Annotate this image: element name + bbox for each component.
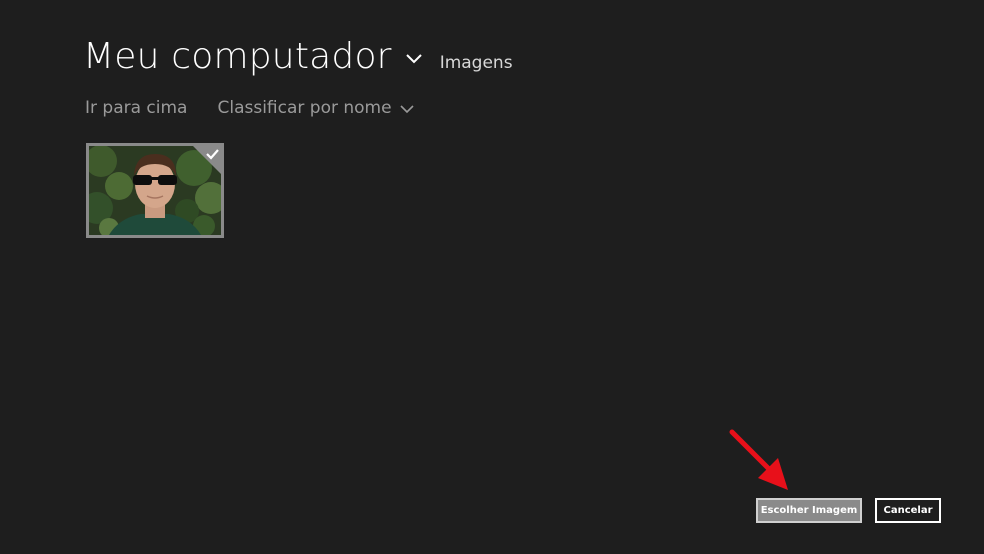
sort-label: Classificar por nome <box>217 98 392 118</box>
header: Meu computador Imagens <box>83 36 513 77</box>
chevron-down-icon <box>400 105 414 114</box>
current-folder-label[interactable]: Imagens <box>440 53 513 73</box>
chevron-down-icon[interactable] <box>402 49 426 69</box>
go-up-link[interactable]: Ir para cima <box>85 98 187 118</box>
file-picker: Meu computador Imagens Ir para cima Clas… <box>0 0 984 554</box>
checkmark-icon <box>193 146 221 174</box>
image-tile[interactable] <box>86 143 224 238</box>
cancel-button[interactable]: Cancelar <box>875 498 941 523</box>
sort-dropdown[interactable]: Classificar por nome <box>217 98 414 118</box>
toolbar: Ir para cima Classificar por nome <box>85 98 414 118</box>
choose-image-button[interactable]: Escolher Imagem <box>756 498 862 523</box>
location-title[interactable]: Meu computador <box>83 36 392 77</box>
red-arrow-icon <box>729 429 788 490</box>
